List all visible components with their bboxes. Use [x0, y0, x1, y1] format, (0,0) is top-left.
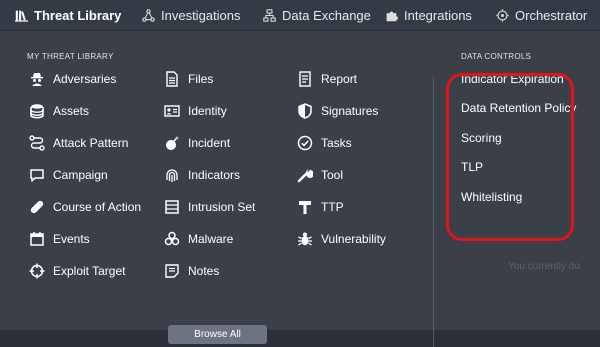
- exchange-icon: [263, 8, 276, 22]
- menu-item-events[interactable]: Events: [29, 228, 90, 250]
- fingerprint-icon: [166, 169, 178, 182]
- shield-icon: [298, 103, 312, 119]
- server-icon: [165, 200, 179, 214]
- menu-item-label: Report: [321, 72, 358, 86]
- menu-item-assets[interactable]: Assets: [29, 100, 89, 122]
- file-icon: [166, 71, 178, 87]
- menu-item-label: Exploit Target: [53, 264, 126, 278]
- nav-orchestrator[interactable]: Orchestrator: [496, 0, 587, 30]
- menu-item-indicators[interactable]: Indicators: [164, 164, 240, 186]
- menu-item-label: Tasks: [321, 136, 352, 150]
- nav-label: Threat Library: [34, 7, 122, 23]
- menu-item-label: Files: [188, 72, 214, 86]
- menu-item-identity[interactable]: Identity: [164, 100, 227, 122]
- menu-item-label: Malware: [188, 232, 234, 246]
- menu-item-label: Course of Action: [53, 200, 142, 214]
- bug-icon: [298, 232, 312, 246]
- menu-item-files[interactable]: Files: [164, 68, 213, 90]
- biohazard-icon: [164, 231, 180, 246]
- menu-item-label: TTP: [321, 200, 344, 214]
- library-icon: [15, 10, 28, 22]
- menu-item-label: Assets: [53, 104, 90, 118]
- nav-label: Integrations: [404, 7, 472, 23]
- menu-item-course-of-action[interactable]: Course of Action: [29, 196, 141, 218]
- menu-item-label: Vulnerability: [321, 232, 386, 246]
- chat-icon: [30, 169, 44, 182]
- menu-item-label: Attack Pattern: [53, 136, 129, 150]
- nav-data-exchange[interactable]: Data Exchange: [263, 0, 371, 30]
- nav-label: Orchestrator: [515, 7, 588, 23]
- hammer-icon: [299, 201, 311, 214]
- top-nav: Threat Library Investigations Data Excha…: [0, 0, 600, 31]
- menu-item-label: Adversaries: [53, 72, 117, 86]
- library-section-title: MY THREAT LIBRARY: [27, 52, 114, 61]
- menu-item-malware[interactable]: Malware: [164, 228, 233, 250]
- route-icon: [29, 135, 45, 151]
- nav-investigations[interactable]: Investigations: [142, 0, 241, 30]
- wrench-icon: [297, 169, 313, 183]
- bandage-icon: [30, 200, 44, 214]
- browse-all-button[interactable]: Browse All: [168, 325, 267, 344]
- puzzle-icon: [386, 10, 398, 21]
- menu-item-label: Notes: [188, 264, 220, 278]
- bomb-icon: [166, 136, 179, 150]
- menu-item-label: Intrusion Set: [188, 200, 256, 214]
- menu-item-intrusion-set[interactable]: Intrusion Set: [164, 196, 255, 218]
- menu-item-notes[interactable]: Notes: [164, 260, 219, 282]
- menu-item-vulnerability[interactable]: Vulnerability: [297, 228, 386, 250]
- orchestrator-icon: [496, 8, 509, 22]
- menu-item-label: Identity: [188, 104, 227, 118]
- menu-item-label: Campaign: [53, 168, 108, 182]
- menu-item-signatures[interactable]: Signatures: [297, 100, 378, 122]
- menu-item-label: Tool: [321, 168, 344, 182]
- menu-item-adversaries[interactable]: Adversaries: [29, 68, 116, 90]
- check-circle-icon: [297, 135, 313, 151]
- menu-item-label: Signatures: [321, 104, 379, 118]
- nav-label: Investigations: [161, 7, 241, 23]
- data-controls-title: DATA CONTROLS: [461, 52, 532, 61]
- menu-item-tool[interactable]: Tool: [297, 164, 343, 186]
- menu-item-incident[interactable]: Incident: [164, 132, 230, 154]
- nav-threat-library[interactable]: Threat Library: [15, 0, 121, 30]
- calendar-icon: [30, 232, 44, 246]
- id-card-icon: [164, 105, 180, 117]
- menu-item-tasks[interactable]: Tasks: [297, 132, 352, 154]
- spy-icon: [31, 73, 43, 86]
- background-text: You currently do: [508, 261, 580, 272]
- report-icon: [299, 71, 311, 87]
- menu-item-ttp[interactable]: TTP: [297, 196, 344, 218]
- annotation-highlight: [446, 73, 574, 241]
- nav-integrations[interactable]: Integrations: [385, 0, 472, 30]
- menu-item-label: Events: [53, 232, 90, 246]
- database-icon: [30, 104, 44, 119]
- network-icon: [142, 8, 155, 22]
- menu-item-label: Indicators: [188, 168, 241, 182]
- threat-library-dropdown: MY THREAT LIBRARY Adversaries Assets Att…: [0, 31, 600, 347]
- menu-item-label: Incident: [188, 136, 231, 150]
- menu-item-attack-pattern[interactable]: Attack Pattern: [29, 132, 128, 154]
- crosshair-icon: [29, 263, 45, 279]
- nav-label: Data Exchange: [282, 7, 371, 23]
- menu-item-campaign[interactable]: Campaign: [29, 164, 108, 186]
- column-divider: [433, 77, 434, 347]
- menu-item-report[interactable]: Report: [297, 68, 357, 90]
- notes-icon: [165, 264, 179, 278]
- menu-item-exploit-target[interactable]: Exploit Target: [29, 260, 126, 282]
